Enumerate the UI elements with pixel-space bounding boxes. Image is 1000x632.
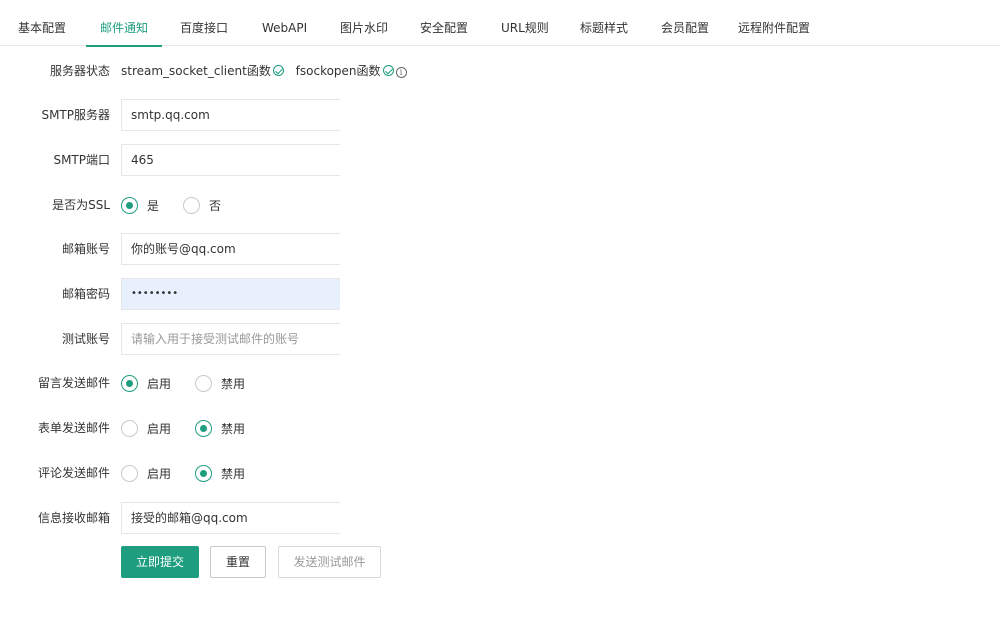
ssl-yes-radio[interactable]: 是 bbox=[121, 196, 160, 214]
ssl-no-radio[interactable]: 否 bbox=[183, 196, 222, 214]
server-status-label: 服务器状态 bbox=[49, 64, 110, 78]
comment-mail-disable-label: 禁用 bbox=[221, 466, 246, 481]
receive-mail-input[interactable]: 接受的邮箱@qq.com bbox=[121, 502, 340, 534]
status-item-fsockopen-text: fsockopen函数 bbox=[295, 64, 381, 78]
smtp-port-label: SMTP端口 bbox=[53, 153, 110, 167]
guestbook-mail-enable-radio[interactable]: 启用 bbox=[121, 374, 172, 392]
tab-url-rules[interactable]: URL规则 bbox=[487, 0, 563, 46]
guestbook-mail-radio-group: 启用 禁用 bbox=[121, 367, 269, 399]
smtp-port-row: SMTP端口 465 bbox=[0, 144, 1000, 176]
receive-mail-row: 信息接收邮箱 接受的邮箱@qq.com bbox=[0, 502, 1000, 534]
reset-button[interactable]: 重置 bbox=[210, 546, 266, 578]
tab-baidu-api[interactable]: 百度接口 bbox=[166, 0, 242, 46]
comment-mail-enable-radio[interactable]: 启用 bbox=[121, 464, 172, 482]
mail-account-input[interactable]: 你的账号@qq.com bbox=[121, 233, 340, 265]
ssl-radio-group: 是 否 bbox=[121, 189, 245, 221]
form-mail-label: 表单发送邮件 bbox=[37, 421, 110, 435]
tab-webapi[interactable]: WebAPI bbox=[248, 0, 321, 46]
guestbook-mail-disable-label: 禁用 bbox=[221, 376, 246, 391]
test-account-row: 测试账号 请输入用于接受测试邮件的账号 bbox=[0, 323, 1000, 355]
comment-mail-label: 评论发送邮件 bbox=[37, 466, 110, 480]
mail-password-label: 邮箱密码 bbox=[61, 287, 110, 301]
radio-unchecked-icon bbox=[195, 374, 213, 392]
receive-mail-label: 信息接收邮箱 bbox=[37, 511, 110, 525]
tab-basic-config[interactable]: 基本配置 bbox=[4, 0, 80, 46]
test-account-label: 测试账号 bbox=[61, 332, 110, 346]
radio-checked-icon bbox=[195, 464, 213, 482]
guestbook-mail-enable-label: 启用 bbox=[147, 376, 172, 391]
tab-mail-notify[interactable]: 邮件通知 bbox=[86, 0, 163, 47]
form-mail-disable-label: 禁用 bbox=[221, 421, 246, 436]
comment-mail-disable-radio[interactable]: 禁用 bbox=[195, 464, 246, 482]
mail-password-input[interactable]: •••••••• bbox=[121, 278, 340, 310]
ssl-label: 是否为SSL bbox=[52, 198, 110, 212]
radio-checked-icon bbox=[121, 374, 138, 392]
guestbook-mail-row: 留言发送邮件 启用 禁用 bbox=[0, 367, 1000, 399]
form-mail-radio-group: 启用 禁用 bbox=[121, 412, 269, 444]
check-circle-icon bbox=[272, 65, 284, 76]
guestbook-mail-label: 留言发送邮件 bbox=[37, 376, 110, 390]
send-test-mail-button[interactable]: 发送测试邮件 bbox=[278, 546, 381, 578]
form-mail-disable-radio[interactable]: 禁用 bbox=[195, 419, 246, 437]
ssl-no-label: 否 bbox=[209, 198, 222, 213]
status-item-stream-socket-text: stream_socket_client函数 bbox=[121, 64, 271, 78]
tab-bar: 基本配置 邮件通知 百度接口 WebAPI 图片水印 安全配置 URL规则 标题… bbox=[0, 0, 1000, 47]
status-item-stream-socket: stream_socket_client函数 bbox=[121, 55, 284, 87]
form-mail-enable-label: 启用 bbox=[147, 421, 172, 436]
comment-mail-radio-group: 启用 禁用 bbox=[121, 457, 269, 489]
comment-mail-enable-label: 启用 bbox=[147, 466, 172, 481]
tab-title-style[interactable]: 标题样式 bbox=[566, 0, 642, 46]
server-status-row: 服务器状态 stream_socket_client函数 fsockopen函数… bbox=[0, 55, 1000, 87]
radio-unchecked-icon bbox=[121, 419, 138, 437]
form-mail-enable-radio[interactable]: 启用 bbox=[121, 419, 172, 437]
check-circle-icon bbox=[382, 65, 394, 76]
mail-account-row: 邮箱账号 你的账号@qq.com bbox=[0, 233, 1000, 265]
smtp-server-label: SMTP服务器 bbox=[41, 108, 110, 122]
tab-remote-attachment[interactable]: 远程附件配置 bbox=[724, 0, 824, 46]
test-account-input[interactable]: 请输入用于接受测试邮件的账号 bbox=[121, 323, 340, 355]
status-item-fsockopen: fsockopen函数 i bbox=[296, 55, 407, 87]
smtp-server-row: SMTP服务器 smtp.qq.com bbox=[0, 99, 1000, 131]
server-status-values: stream_socket_client函数 fsockopen函数 i bbox=[121, 55, 415, 87]
radio-unchecked-icon bbox=[183, 196, 201, 214]
tab-image-watermark[interactable]: 图片水印 bbox=[326, 0, 402, 46]
mail-password-row: 邮箱密码 •••••••• bbox=[0, 278, 1000, 310]
form-mail-row: 表单发送邮件 启用 禁用 bbox=[0, 412, 1000, 444]
smtp-server-input[interactable]: smtp.qq.com bbox=[121, 99, 340, 131]
radio-unchecked-icon bbox=[121, 464, 138, 482]
mail-account-label: 邮箱账号 bbox=[61, 242, 110, 256]
form-actions: 立即提交 重置 发送测试邮件 bbox=[0, 546, 1000, 578]
tab-member-config[interactable]: 会员配置 bbox=[647, 0, 723, 46]
radio-checked-icon bbox=[195, 419, 213, 437]
info-icon[interactable]: i bbox=[395, 67, 407, 78]
ssl-yes-label: 是 bbox=[147, 198, 160, 213]
ssl-row: 是否为SSL 是 否 bbox=[0, 189, 1000, 221]
tab-security-config[interactable]: 安全配置 bbox=[406, 0, 482, 46]
comment-mail-row: 评论发送邮件 启用 禁用 bbox=[0, 457, 1000, 489]
guestbook-mail-disable-radio[interactable]: 禁用 bbox=[195, 374, 246, 392]
submit-button[interactable]: 立即提交 bbox=[121, 546, 199, 578]
radio-checked-icon bbox=[121, 196, 138, 214]
smtp-port-input[interactable]: 465 bbox=[121, 144, 340, 176]
